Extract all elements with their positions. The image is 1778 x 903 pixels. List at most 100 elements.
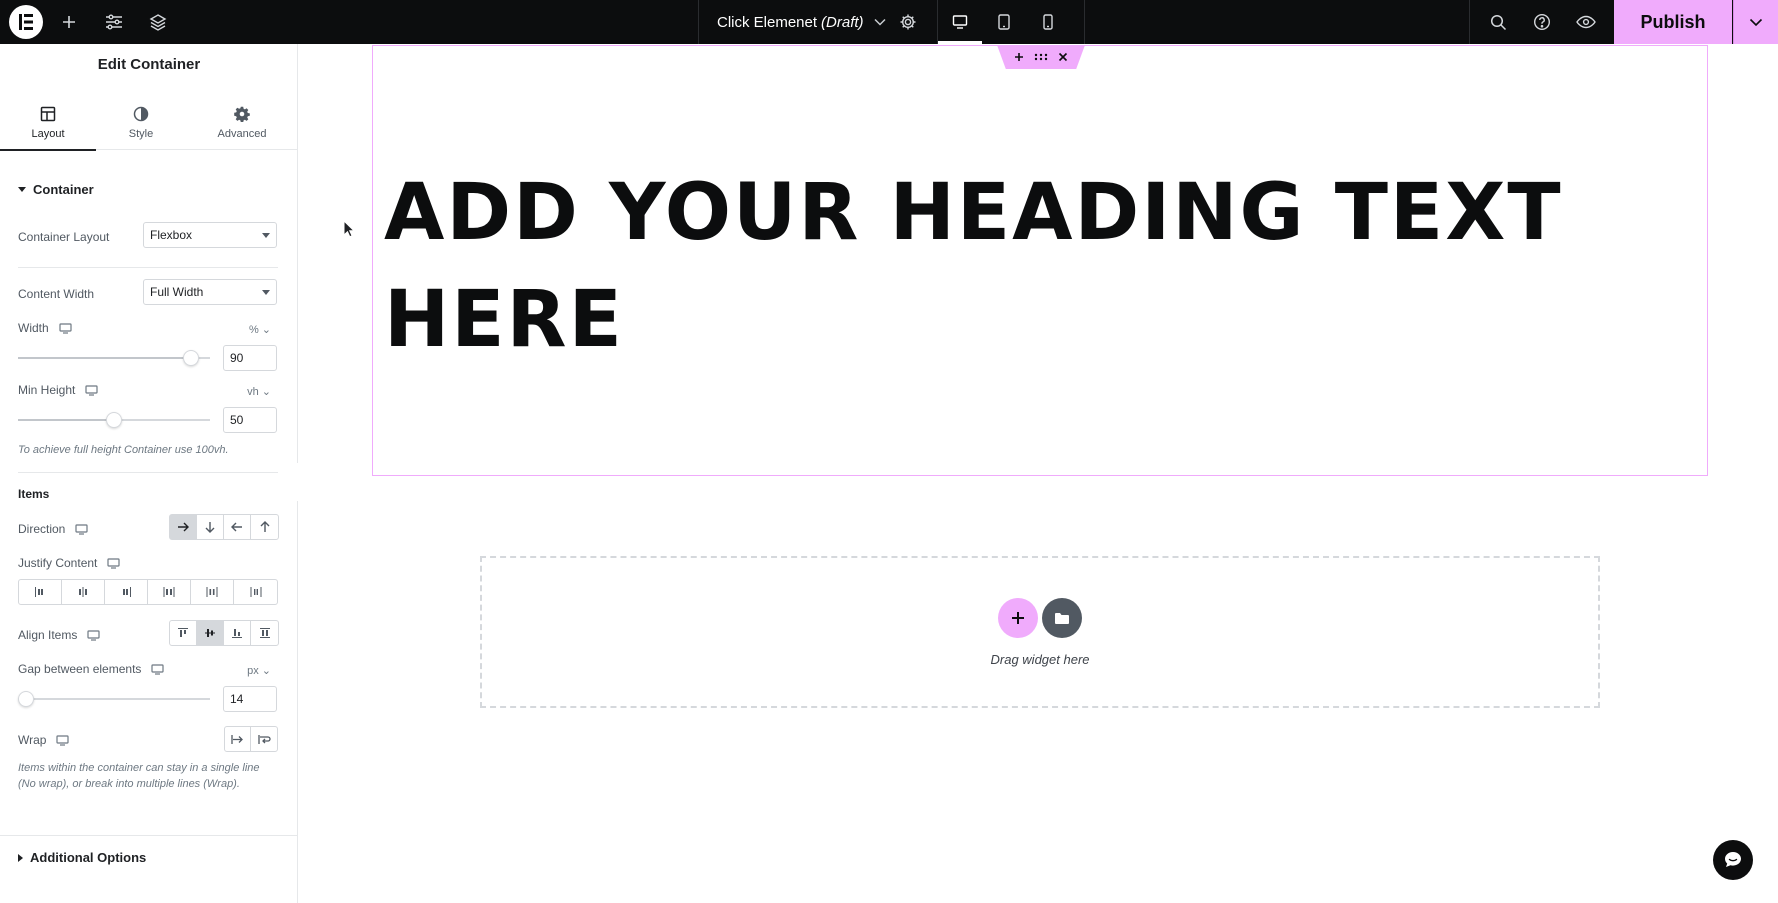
template-library-button[interactable] [1042,598,1082,638]
tablet-device-icon[interactable] [982,0,1026,44]
align-items-button-group [169,620,279,646]
tab-style[interactable]: Style [96,98,186,150]
gear-icon [234,104,250,124]
width-value: 90 [230,351,244,365]
justify-space-around-icon[interactable] [191,580,234,604]
desktop-responsive-icon[interactable] [75,523,88,535]
gap-unit-selector[interactable]: px ⌄ [247,664,271,677]
top-bar: Click Elemenet (Draft) Publish [0,0,1778,44]
tab-style-label: Style [128,128,154,140]
caret-down-icon [18,187,26,192]
align-start-icon[interactable] [170,621,197,645]
section-additional-options-toggle[interactable]: Additional Options [18,850,146,865]
width-number-input[interactable]: 90 [223,345,277,371]
container-layout-label: Container Layout [18,230,110,244]
min-height-slider-fill [18,419,114,421]
justify-space-between-icon[interactable] [148,580,191,604]
direction-row-arrow-right-icon[interactable] [170,515,197,539]
desktop-device-icon[interactable] [938,0,982,44]
justify-content-label-row: Justify Content [18,556,120,570]
no-wrap-icon[interactable] [225,727,251,751]
document-status: (Draft) [821,13,864,31]
align-center-icon[interactable] [197,621,224,645]
layout-icon [40,104,56,124]
min-height-slider[interactable] [18,412,210,428]
width-label: Width [18,321,49,335]
container-layout-select[interactable]: Flexbox [143,222,277,248]
justify-end-icon[interactable] [105,580,148,604]
width-label-row: Width [18,321,72,335]
help-icon[interactable] [1530,10,1554,34]
editor-panel: Edit Container Layout Style Advanced Con… [0,44,298,903]
align-stretch-icon[interactable] [251,621,278,645]
direction-row-reverse-arrow-left-icon[interactable] [224,515,251,539]
justify-space-evenly-icon[interactable] [234,580,277,604]
gap-slider[interactable] [18,691,210,707]
align-items-label: Align Items [18,628,78,642]
width-slider-handle[interactable] [183,350,199,366]
direction-column-reverse-arrow-up-icon[interactable] [251,515,278,539]
responsive-mode-switcher [938,0,1085,44]
desktop-responsive-icon[interactable] [151,663,165,675]
tab-layout[interactable]: Layout [0,98,96,151]
heading-widget[interactable]: ADD YOUR HEADING TEXT HERE [384,160,1694,374]
justify-start-icon[interactable] [19,580,62,604]
add-container-icon[interactable] [1014,52,1024,62]
tab-advanced[interactable]: Advanced [196,98,288,150]
direction-label-row: Direction [18,522,88,536]
gap-slider-handle[interactable] [18,691,34,707]
layers-icon[interactable] [146,10,170,34]
add-element-icon[interactable] [57,10,81,34]
gap-number-input[interactable]: 14 [223,686,277,712]
direction-column-arrow-down-icon[interactable] [197,515,224,539]
desktop-responsive-icon[interactable] [59,322,72,334]
desktop-responsive-icon[interactable] [87,629,100,641]
width-unit: % [248,324,259,336]
content-width-select[interactable]: Full Width [143,279,277,305]
publish-button[interactable]: Publish [1614,0,1732,44]
chat-support-button[interactable] [1713,840,1753,880]
justify-content-button-group [18,579,278,605]
delete-container-close-icon[interactable] [1058,52,1068,62]
width-slider[interactable] [18,350,210,366]
container-handle [997,45,1085,69]
width-unit-selector[interactable]: % ⌄ [249,323,271,336]
desktop-responsive-icon[interactable] [56,734,70,746]
min-height-unit-selector[interactable]: vh ⌄ [247,385,271,398]
contrast-icon [133,104,149,124]
min-height-number-input[interactable]: 50 [223,407,277,433]
site-settings-icon[interactable] [102,10,126,34]
desktop-responsive-icon[interactable] [107,557,120,569]
widget-drop-zone[interactable] [480,556,1600,708]
chat-bubble-icon [1725,852,1741,867]
min-height-slider-handle[interactable] [106,412,122,428]
items-heading-title: Items [18,487,50,501]
gap-value: 14 [230,692,244,706]
add-new-container-button[interactable] [998,598,1038,638]
panel-title: Edit Container [97,56,201,73]
wrap-icon[interactable] [251,727,277,751]
preview-eye-icon[interactable] [1574,10,1598,34]
mouse-cursor-icon [343,220,355,238]
document-title: Click Elemenet [717,13,818,31]
search-icon[interactable] [1486,10,1510,34]
folder-icon [1055,612,1069,624]
page-settings-gear-icon[interactable] [896,10,920,34]
wrap-hint: Items within the container can stay in a… [18,762,260,790]
publish-options-chevron-icon[interactable] [1733,0,1778,44]
caret-right-icon [18,853,23,862]
direction-label: Direction [18,522,66,536]
drag-handle-icon[interactable] [1034,53,1048,61]
wrap-label-row: Wrap [18,733,70,747]
min-height-hint: To achieve full height Container use 100… [18,444,229,456]
desktop-responsive-icon[interactable] [85,384,98,396]
divider [18,472,278,473]
min-height-label-row: Min Height [18,383,98,397]
mobile-device-icon[interactable] [1026,0,1070,44]
section-container-toggle[interactable]: Container [18,182,94,197]
wrap-label: Wrap [18,733,47,747]
elementor-logo-icon[interactable] [9,5,43,39]
justify-center-icon[interactable] [62,580,105,604]
chevron-down-icon [874,18,886,26]
align-end-icon[interactable] [224,621,251,645]
